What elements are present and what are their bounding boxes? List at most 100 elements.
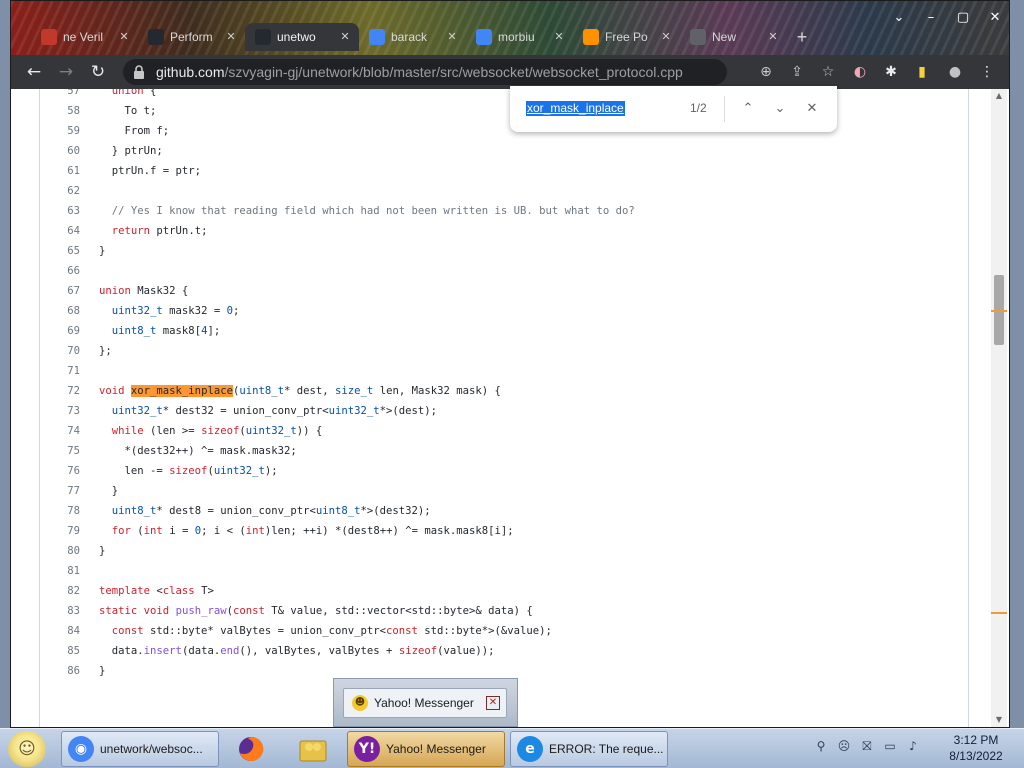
line-number[interactable]: 66: [39, 261, 80, 281]
line-number[interactable]: 69: [39, 321, 80, 341]
line-number[interactable]: 75: [39, 441, 80, 461]
popup-close-button[interactable]: ✕: [486, 696, 500, 710]
popup-item[interactable]: ☻ Yahoo! Messenger ✕: [343, 688, 507, 718]
line-number[interactable]: 71: [39, 361, 80, 381]
line-number[interactable]: 65: [39, 241, 80, 261]
start-button[interactable]: ☺: [8, 731, 46, 767]
clock[interactable]: 3:12 PM 8/13/2022: [938, 732, 1014, 764]
line-number[interactable]: 79: [39, 521, 80, 541]
close-tab-icon[interactable]: ✕: [223, 29, 239, 45]
sidebar-icon[interactable]: ▮: [911, 61, 933, 83]
code-text: void xor_mask_inplace(uint8_t* dest, siz…: [99, 385, 501, 397]
line-number[interactable]: 74: [39, 421, 80, 441]
line-number[interactable]: 68: [39, 301, 80, 321]
browser-tab[interactable]: New ✕: [680, 23, 787, 51]
close-tab-icon[interactable]: ✕: [116, 29, 132, 45]
line-number[interactable]: 61: [39, 161, 80, 181]
taskbar-item-yahoo-messenger[interactable]: Y! Yahoo! Messenger: [347, 731, 505, 767]
browser-tab[interactable]: morbiu ✕: [466, 23, 573, 51]
line-number[interactable]: 81: [39, 561, 80, 581]
line-number[interactable]: 67: [39, 281, 80, 301]
close-window-button[interactable]: ✕: [981, 7, 1009, 29]
line-number[interactable]: 76: [39, 461, 80, 481]
browser-tab[interactable]: ne Veril ✕: [31, 23, 138, 51]
line-number[interactable]: 84: [39, 621, 80, 641]
firefox-icon[interactable]: [235, 733, 267, 765]
line-number[interactable]: 59: [39, 121, 80, 141]
ie-icon: e: [517, 736, 543, 762]
line-number[interactable]: 63: [39, 201, 80, 221]
line-number[interactable]: 62: [39, 181, 80, 201]
close-tab-icon[interactable]: ✕: [337, 29, 353, 45]
scroll-up-arrow[interactable]: ▲: [991, 89, 1007, 103]
emoticon-icon[interactable]: ☹: [835, 737, 853, 755]
volume-icon[interactable]: ♪: [904, 737, 922, 755]
profile-flag-icon[interactable]: ◐: [849, 61, 871, 83]
code-text: }: [99, 485, 119, 497]
line-number[interactable]: 58: [39, 101, 80, 121]
monitor-icon[interactable]: ▭: [881, 737, 899, 755]
close-tab-icon[interactable]: ✕: [551, 29, 567, 45]
find-close-button[interactable]: ✕: [801, 98, 823, 120]
close-tab-icon[interactable]: ✕: [658, 29, 674, 45]
line-number[interactable]: 57: [39, 89, 80, 101]
taskbar: ☺ ◉ unetwork/websoc... Y! Yahoo! Messeng…: [0, 728, 1024, 768]
minimize-button[interactable]: –: [917, 7, 945, 29]
new-tab-button[interactable]: +: [787, 23, 817, 51]
yahoo-folder-icon[interactable]: [297, 733, 329, 765]
browser-tab[interactable]: unetwo ✕: [245, 23, 359, 51]
google-icon: [476, 29, 492, 45]
find-query-text[interactable]: xor_mask_inplace: [526, 101, 625, 116]
url-text[interactable]: github.com/szvyagin-gj/unetwork/blob/mas…: [156, 64, 683, 80]
maximize-button[interactable]: ▢: [949, 7, 977, 29]
scroll-down-arrow[interactable]: ▼: [991, 713, 1007, 727]
menu-icon[interactable]: ⋮: [976, 61, 998, 83]
yahoo-smiley-icon: ☻: [352, 695, 368, 711]
line-number[interactable]: 64: [39, 221, 80, 241]
line-number[interactable]: 73: [39, 401, 80, 421]
back-button[interactable]: ←: [21, 59, 47, 85]
clock-time: 3:12 PM: [953, 733, 999, 747]
address-bar[interactable]: github.com/szvyagin-gj/unetwork/blob/mas…: [123, 59, 834, 85]
line-number[interactable]: 70: [39, 341, 80, 361]
bookmark-star-icon[interactable]: ☆: [818, 62, 838, 82]
close-tab-icon[interactable]: ✕: [444, 29, 460, 45]
code-line: 83 static void push_raw(const T& value, s…: [39, 601, 969, 621]
line-number[interactable]: 80: [39, 541, 80, 561]
browser-tab[interactable]: Free Po ✕: [573, 23, 680, 51]
code-line: 77 }: [39, 481, 969, 501]
network-blocked-icon[interactable]: ⛝: [858, 737, 876, 755]
close-tab-icon[interactable]: ✕: [765, 29, 781, 45]
tab-search-button[interactable]: ⌄: [885, 7, 913, 29]
line-number[interactable]: 82: [39, 581, 80, 601]
line-number[interactable]: 72: [39, 381, 80, 401]
browser-tab[interactable]: Perform ✕: [138, 23, 245, 51]
browser-toolbar: ← → ↻ github.com/szvyagin-gj/unetwork/bl…: [11, 55, 1009, 89]
account-icon[interactable]: ●: [944, 61, 966, 83]
yahoo-messenger-popup[interactable]: ☻ Yahoo! Messenger ✕: [333, 678, 518, 727]
tab-title: morbiu: [498, 30, 535, 44]
code-line: 85 data.insert(data.end(), valBytes, val…: [39, 641, 969, 661]
line-number[interactable]: 83: [39, 601, 80, 621]
browser-tab[interactable]: barack ✕: [359, 23, 466, 51]
line-number[interactable]: 77: [39, 481, 80, 501]
reload-button[interactable]: ↻: [85, 59, 111, 85]
tab-strip: ne Veril ✕ Perform ✕ unetwo ✕ barack ✕ morbiu ✕ Fr…: [31, 23, 817, 51]
code-text: return ptrUn.t;: [111, 225, 208, 237]
find-next-button[interactable]: ⌄: [769, 98, 791, 120]
zoom-icon[interactable]: ⊕: [756, 62, 776, 82]
find-previous-button[interactable]: ⌃: [737, 98, 759, 120]
line-number[interactable]: 85: [39, 641, 80, 661]
clock-date: 8/13/2022: [949, 749, 1003, 763]
taskbar-item-ie[interactable]: e ERROR: The reque...: [510, 731, 668, 767]
vertical-scrollbar[interactable]: ▲ ▼: [991, 89, 1007, 727]
search-icon[interactable]: ⚲: [812, 737, 830, 755]
code-line: 76 len -= sizeof(uint32_t);: [39, 461, 969, 481]
line-number[interactable]: 86: [39, 661, 80, 681]
taskbar-item-chrome[interactable]: ◉ unetwork/websoc...: [61, 731, 219, 767]
line-number[interactable]: 78: [39, 501, 80, 521]
share-icon[interactable]: ⇪: [787, 62, 807, 82]
forward-button[interactable]: →: [53, 59, 79, 85]
extensions-icon[interactable]: ✱: [880, 61, 902, 83]
line-number[interactable]: 60: [39, 141, 80, 161]
